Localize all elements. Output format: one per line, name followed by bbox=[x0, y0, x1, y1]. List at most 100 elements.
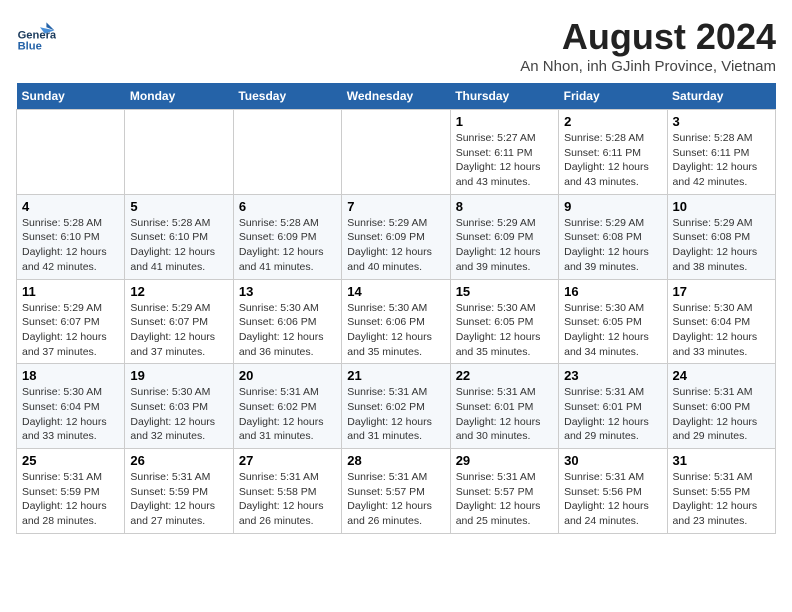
day-detail: Sunrise: 5:31 AM Sunset: 5:59 PM Dayligh… bbox=[130, 470, 227, 529]
day-detail: Sunrise: 5:28 AM Sunset: 6:10 PM Dayligh… bbox=[130, 216, 227, 275]
calendar-cell: 15 Sunrise: 5:30 AM Sunset: 6:05 PM Dayli… bbox=[450, 279, 558, 364]
day-number: 31 bbox=[673, 453, 770, 468]
day-detail: Sunrise: 5:28 AM Sunset: 6:11 PM Dayligh… bbox=[673, 131, 770, 190]
day-number: 27 bbox=[239, 453, 336, 468]
day-number: 28 bbox=[347, 453, 444, 468]
calendar-cell: 20Sunrise: 5:31 AM Sunset: 6:02 PM Dayli… bbox=[233, 364, 341, 449]
calendar-cell: 4 Sunrise: 5:28 AM Sunset: 6:10 PM Daylig… bbox=[17, 194, 125, 279]
day-number: 25 bbox=[22, 453, 119, 468]
week-row-1: 1Sunrise: 5:27 AM Sunset: 6:11 PM Daylig… bbox=[17, 110, 776, 195]
day-detail: Sunrise: 5:30 AM Sunset: 6:04 PM Dayligh… bbox=[673, 301, 770, 360]
logo-icon: General Blue bbox=[16, 16, 56, 56]
day-number: 19 bbox=[130, 368, 227, 383]
day-detail: Sunrise: 5:31 AM Sunset: 5:59 PM Dayligh… bbox=[22, 470, 119, 529]
day-detail: Sunrise: 5:31 AM Sunset: 5:58 PM Dayligh… bbox=[239, 470, 336, 529]
day-number: 14 bbox=[347, 284, 444, 299]
page-header: General Blue August 2024 An Nhon, inh GJ… bbox=[16, 16, 776, 75]
day-number: 26 bbox=[130, 453, 227, 468]
calendar-cell: 22 Sunrise: 5:31 AM Sunset: 6:01 PM Dayli… bbox=[450, 364, 558, 449]
day-number: 13 bbox=[239, 284, 336, 299]
calendar-cell: 17 Sunrise: 5:30 AM Sunset: 6:04 PM Dayli… bbox=[667, 279, 775, 364]
title-area: August 2024 An Nhon, inh GJinh Province,… bbox=[520, 16, 776, 75]
day-detail: Sunrise: 5:29 AM Sunset: 6:08 PM Dayligh… bbox=[564, 216, 661, 275]
calendar-header: SundayMondayTuesdayWednesdayThursdayFrid… bbox=[17, 83, 776, 110]
week-row-4: 18Sunrise: 5:30 AM Sunset: 6:04 PM Dayli… bbox=[17, 364, 776, 449]
calendar-cell: 12Sunrise: 5:29 AM Sunset: 6:07 PM Dayli… bbox=[125, 279, 233, 364]
page-subtitle: An Nhon, inh GJinh Province, Vietnam bbox=[520, 58, 776, 75]
header-cell-thursday: Thursday bbox=[450, 83, 558, 110]
calendar-cell: 24 Sunrise: 5:31 AM Sunset: 6:00 PM Dayli… bbox=[667, 364, 775, 449]
calendar-cell: 13 Sunrise: 5:30 AM Sunset: 6:06 PM Dayli… bbox=[233, 279, 341, 364]
day-number: 3 bbox=[673, 114, 770, 129]
header-cell-sunday: Sunday bbox=[17, 83, 125, 110]
calendar-cell bbox=[233, 110, 341, 195]
calendar-cell: 10 Sunrise: 5:29 AM Sunset: 6:08 PM Dayli… bbox=[667, 194, 775, 279]
calendar-cell: 1Sunrise: 5:27 AM Sunset: 6:11 PM Daylig… bbox=[450, 110, 558, 195]
calendar-cell: 2 Sunrise: 5:28 AM Sunset: 6:11 PM Daylig… bbox=[559, 110, 667, 195]
day-detail: Sunrise: 5:29 AM Sunset: 6:08 PM Dayligh… bbox=[673, 216, 770, 275]
calendar-cell: 25 Sunrise: 5:31 AM Sunset: 5:59 PM Dayli… bbox=[17, 449, 125, 534]
calendar-cell: 19 Sunrise: 5:30 AM Sunset: 6:03 PM Dayli… bbox=[125, 364, 233, 449]
day-detail: Sunrise: 5:31 AM Sunset: 5:57 PM Dayligh… bbox=[456, 470, 553, 529]
calendar-cell: 30 Sunrise: 5:31 AM Sunset: 5:56 PM Dayli… bbox=[559, 449, 667, 534]
week-row-3: 11 Sunrise: 5:29 AM Sunset: 6:07 PM Dayli… bbox=[17, 279, 776, 364]
calendar-cell bbox=[125, 110, 233, 195]
day-number: 5 bbox=[130, 199, 227, 214]
day-detail: Sunrise: 5:30 AM Sunset: 6:05 PM Dayligh… bbox=[564, 301, 661, 360]
svg-text:Blue: Blue bbox=[18, 41, 42, 53]
header-cell-wednesday: Wednesday bbox=[342, 83, 450, 110]
calendar-cell: 18Sunrise: 5:30 AM Sunset: 6:04 PM Dayli… bbox=[17, 364, 125, 449]
day-detail: Sunrise: 5:31 AM Sunset: 6:00 PM Dayligh… bbox=[673, 385, 770, 444]
day-detail: Sunrise: 5:28 AM Sunset: 6:09 PM Dayligh… bbox=[239, 216, 336, 275]
day-detail: Sunrise: 5:28 AM Sunset: 6:11 PM Dayligh… bbox=[564, 131, 661, 190]
day-detail: Sunrise: 5:29 AM Sunset: 6:07 PM Dayligh… bbox=[22, 301, 119, 360]
day-number: 6 bbox=[239, 199, 336, 214]
day-detail: Sunrise: 5:31 AM Sunset: 6:01 PM Dayligh… bbox=[564, 385, 661, 444]
day-detail: Sunrise: 5:29 AM Sunset: 6:09 PM Dayligh… bbox=[456, 216, 553, 275]
day-number: 20 bbox=[239, 368, 336, 383]
day-detail: Sunrise: 5:31 AM Sunset: 6:02 PM Dayligh… bbox=[347, 385, 444, 444]
day-number: 23 bbox=[564, 368, 661, 383]
day-number: 9 bbox=[564, 199, 661, 214]
day-number: 24 bbox=[673, 368, 770, 383]
calendar-cell: 31 Sunrise: 5:31 AM Sunset: 5:55 PM Dayli… bbox=[667, 449, 775, 534]
day-detail: Sunrise: 5:30 AM Sunset: 6:03 PM Dayligh… bbox=[130, 385, 227, 444]
day-number: 8 bbox=[456, 199, 553, 214]
day-detail: Sunrise: 5:31 AM Sunset: 5:55 PM Dayligh… bbox=[673, 470, 770, 529]
day-detail: Sunrise: 5:28 AM Sunset: 6:10 PM Dayligh… bbox=[22, 216, 119, 275]
day-detail: Sunrise: 5:27 AM Sunset: 6:11 PM Dayligh… bbox=[456, 131, 553, 190]
day-detail: Sunrise: 5:31 AM Sunset: 6:01 PM Dayligh… bbox=[456, 385, 553, 444]
day-number: 16 bbox=[564, 284, 661, 299]
calendar-cell: 27 Sunrise: 5:31 AM Sunset: 5:58 PM Dayli… bbox=[233, 449, 341, 534]
calendar-cell: 11 Sunrise: 5:29 AM Sunset: 6:07 PM Dayli… bbox=[17, 279, 125, 364]
header-cell-tuesday: Tuesday bbox=[233, 83, 341, 110]
day-number: 21 bbox=[347, 368, 444, 383]
calendar-cell: 7Sunrise: 5:29 AM Sunset: 6:09 PM Daylig… bbox=[342, 194, 450, 279]
day-detail: Sunrise: 5:30 AM Sunset: 6:06 PM Dayligh… bbox=[239, 301, 336, 360]
calendar-cell: 29Sunrise: 5:31 AM Sunset: 5:57 PM Dayli… bbox=[450, 449, 558, 534]
day-number: 2 bbox=[564, 114, 661, 129]
calendar-table: SundayMondayTuesdayWednesdayThursdayFrid… bbox=[16, 83, 776, 534]
day-detail: Sunrise: 5:31 AM Sunset: 5:57 PM Dayligh… bbox=[347, 470, 444, 529]
calendar-cell bbox=[342, 110, 450, 195]
week-row-2: 4 Sunrise: 5:28 AM Sunset: 6:10 PM Daylig… bbox=[17, 194, 776, 279]
calendar-cell bbox=[17, 110, 125, 195]
day-number: 11 bbox=[22, 284, 119, 299]
calendar-body: 1Sunrise: 5:27 AM Sunset: 6:11 PM Daylig… bbox=[17, 110, 776, 534]
day-detail: Sunrise: 5:30 AM Sunset: 6:06 PM Dayligh… bbox=[347, 301, 444, 360]
day-number: 22 bbox=[456, 368, 553, 383]
day-number: 15 bbox=[456, 284, 553, 299]
day-number: 4 bbox=[22, 199, 119, 214]
calendar-cell: 28 Sunrise: 5:31 AM Sunset: 5:57 PM Dayli… bbox=[342, 449, 450, 534]
header-cell-monday: Monday bbox=[125, 83, 233, 110]
day-detail: Sunrise: 5:30 AM Sunset: 6:05 PM Dayligh… bbox=[456, 301, 553, 360]
day-detail: Sunrise: 5:31 AM Sunset: 5:56 PM Dayligh… bbox=[564, 470, 661, 529]
day-number: 30 bbox=[564, 453, 661, 468]
header-cell-saturday: Saturday bbox=[667, 83, 775, 110]
header-row: SundayMondayTuesdayWednesdayThursdayFrid… bbox=[17, 83, 776, 110]
calendar-cell: 5 Sunrise: 5:28 AM Sunset: 6:10 PM Daylig… bbox=[125, 194, 233, 279]
page-title: August 2024 bbox=[520, 16, 776, 58]
calendar-cell: 9 Sunrise: 5:29 AM Sunset: 6:08 PM Daylig… bbox=[559, 194, 667, 279]
day-number: 17 bbox=[673, 284, 770, 299]
day-number: 10 bbox=[673, 199, 770, 214]
